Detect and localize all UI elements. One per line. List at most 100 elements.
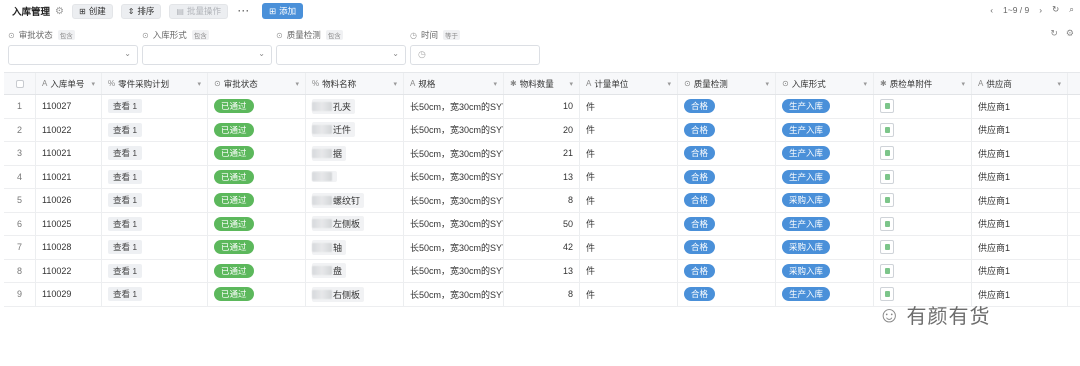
supplier-cell: 供应商1 — [972, 212, 1068, 235]
approval-status-select[interactable]: ⌄ — [8, 45, 138, 65]
filter-operator[interactable]: 包含 — [325, 30, 343, 40]
quality-check-select[interactable]: ⌄ — [276, 45, 406, 65]
row-number: 4 — [4, 165, 36, 188]
col-header[interactable]: A 供应商 ▾ — [972, 73, 1068, 94]
file-icon[interactable] — [880, 146, 894, 161]
table-row[interactable]: 3 110021 查看 1 已通过 据 长50cm，宽30cm的SYT 21 件合格 生产入库 供… — [4, 142, 1080, 166]
caret-down-icon[interactable]: ▾ — [295, 80, 299, 88]
approval-status-cell: 已通过 — [208, 95, 306, 118]
col-header[interactable]: ⊙ 入库形式 ▾ — [776, 73, 874, 94]
next-page-icon[interactable]: › — [1039, 5, 1042, 15]
caret-down-icon[interactable]: ▾ — [569, 80, 573, 88]
table-row[interactable]: 7 110028 查看 1 已通过 轴 长50cm，宽30cm的SYT 42 件合格 采购入库 供… — [4, 236, 1080, 260]
view-link[interactable]: 查看 1 — [108, 216, 143, 231]
material-tag[interactable]: 右侧板 — [312, 286, 365, 302]
filter-operator[interactable]: 等于 — [443, 30, 460, 40]
material-tag[interactable]: 孔夹 — [312, 98, 356, 114]
storage-form-select[interactable]: ⌄ — [142, 45, 272, 65]
material-tag[interactable]: 轴 — [312, 239, 347, 255]
time-picker[interactable]: ◷ — [410, 45, 540, 65]
unit-cell: 件 — [580, 165, 678, 188]
table-row[interactable]: 2 110022 查看 1 已通过 迁件 长50cm，宽30cm的SYT 20 件合格 生产入库… — [4, 118, 1080, 142]
col-header[interactable]: ✱ 质检单附件 ▾ — [874, 73, 972, 94]
table-row[interactable]: 5 110026 查看 1 已通过 螺纹钉 长50cm，宽30cm的SYT 8 件合格 采购入库… — [4, 189, 1080, 213]
attachment-cell — [874, 95, 972, 118]
file-icon[interactable] — [880, 193, 894, 208]
caret-down-icon[interactable]: ▾ — [765, 80, 769, 88]
filter-operator[interactable]: 包含 — [57, 30, 75, 40]
caret-down-icon[interactable]: ▾ — [1057, 80, 1061, 88]
file-icon[interactable] — [880, 99, 894, 114]
select-all-cell[interactable] — [4, 73, 36, 94]
material-tag[interactable]: 螺纹钉 — [312, 192, 365, 208]
table-row[interactable]: 1 110027 查看 1 已通过 孔夹 长50cm，宽30cm的SYT 10 件合格 生产入库… — [4, 95, 1080, 119]
material-tag[interactable] — [312, 171, 337, 183]
unit-cell: 件 — [580, 95, 678, 118]
table-row[interactable]: 6 110025 查看 1 已通过 左侧板 长50cm，宽30cm的SYT 50 件合格 生产入… — [4, 212, 1080, 236]
caret-down-icon[interactable]: ▾ — [667, 80, 671, 88]
add-button[interactable]: ⊞ 添加 — [262, 3, 304, 19]
batch-operation-button[interactable]: ▤ 批量操作 — [169, 3, 228, 19]
view-link[interactable]: 查看 1 — [108, 169, 143, 184]
text-type-icon: A — [586, 79, 592, 88]
view-link[interactable]: 查看 1 — [108, 287, 143, 302]
col-header[interactable]: ⊙ 审批状态 ▾ — [208, 73, 306, 94]
caret-down-icon[interactable]: ▾ — [197, 80, 201, 88]
file-icon[interactable] — [880, 216, 894, 231]
file-icon[interactable] — [880, 122, 894, 137]
caret-down-icon[interactable]: ▾ — [393, 80, 397, 88]
prev-page-icon[interactable]: ‹ — [990, 5, 993, 15]
search-icon[interactable]: ⌕ — [1069, 4, 1074, 15]
view-link[interactable]: 查看 1 — [108, 122, 143, 137]
quality-check-cell: 合格 — [678, 189, 776, 212]
file-icon[interactable] — [880, 169, 894, 184]
supplier-cell: 供应商1 — [972, 165, 1068, 188]
sort-button[interactable]: ⇕ 排序 — [120, 3, 162, 19]
material-name: 孔夹 — [333, 101, 352, 112]
table-row[interactable]: 4 110021 查看 1 已通过 长50cm，宽30cm的SYT 13 件合格 生产入库 供应… — [4, 165, 1080, 189]
view-link[interactable]: 查看 1 — [108, 193, 143, 208]
file-icon[interactable] — [880, 240, 894, 255]
more-button[interactable]: ··· — [238, 6, 250, 16]
col-header[interactable]: ⊙ 质量检测 ▾ — [678, 73, 776, 94]
col-header[interactable]: A 规格 ▾ — [404, 73, 504, 94]
col-header[interactable]: A 入库单号 ▾ — [36, 73, 102, 94]
storage-form-badge: 生产入库 — [782, 122, 831, 137]
caret-down-icon[interactable]: ▾ — [493, 80, 497, 88]
view-link[interactable]: 查看 1 — [108, 263, 143, 278]
material-tag[interactable]: 迁件 — [312, 122, 356, 138]
settings-gear-icon[interactable]: ⚙ — [1066, 28, 1074, 39]
spec-cell: 长50cm，宽30cm的SYT — [404, 165, 504, 188]
view-link[interactable]: 查看 1 — [108, 240, 143, 255]
col-header[interactable]: A 计量单位 ▾ — [580, 73, 678, 94]
col-header[interactable]: % 物料名称 ▾ — [306, 73, 404, 94]
add-icon: ⊞ — [269, 5, 277, 16]
col-header[interactable]: ✱ 物料数量 ▾ — [504, 73, 580, 94]
row-number: 2 — [4, 118, 36, 141]
order-number-cell: 110021 — [36, 142, 102, 165]
settings-gear-icon[interactable]: ⚙ — [55, 6, 64, 17]
order-number-cell: 110029 — [36, 283, 102, 306]
refresh-icon[interactable]: ↻ — [1052, 4, 1059, 15]
view-link[interactable]: 查看 1 — [108, 146, 143, 161]
view-link[interactable]: 查看 1 — [108, 99, 143, 114]
caret-down-icon[interactable]: ▾ — [91, 80, 95, 88]
select-all-checkbox[interactable] — [15, 79, 24, 88]
caret-down-icon[interactable]: ▾ — [961, 80, 965, 88]
filter-operator[interactable]: 包含 — [191, 30, 209, 40]
material-tag[interactable]: 盘 — [312, 263, 347, 279]
caret-down-icon[interactable]: ▾ — [863, 80, 867, 88]
status-badge: 已通过 — [214, 193, 254, 208]
attachment-cell — [874, 165, 972, 188]
file-icon[interactable] — [880, 263, 894, 278]
material-tag[interactable]: 据 — [312, 145, 347, 161]
table-row[interactable]: 8 110022 查看 1 已通过 盘 长50cm，宽30cm的SYT 13 件合格 采购入库 供… — [4, 259, 1080, 283]
reset-icon[interactable]: ↻ — [1050, 28, 1058, 39]
material-name: 左侧板 — [333, 219, 361, 230]
material-tag[interactable]: 左侧板 — [312, 216, 365, 232]
status-icon: ⊙ — [214, 79, 221, 88]
create-button[interactable]: ⊞ 创建 — [71, 3, 113, 19]
storage-form-badge: 生产入库 — [782, 287, 831, 302]
col-header[interactable]: % 零件采购计划 ▾ — [102, 73, 208, 94]
order-number-cell: 110022 — [36, 118, 102, 141]
